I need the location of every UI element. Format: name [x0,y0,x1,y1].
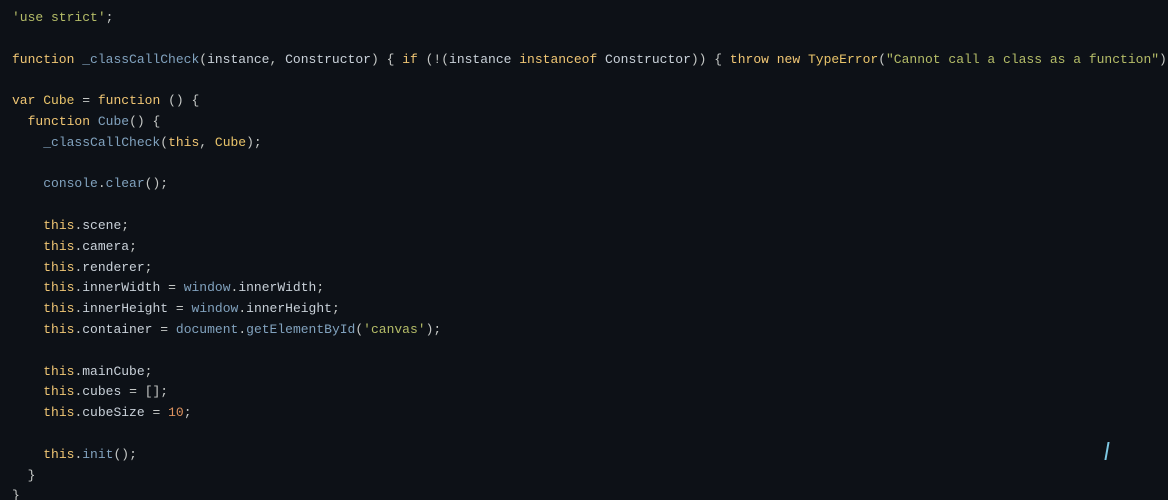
code-line-22: this.init(); [12,445,1156,466]
code-line-21 [12,424,1156,445]
code-line-11: this.scene; [12,216,1156,237]
code-line-23: } [12,466,1156,487]
code-line-19: this.cubes = []; [12,382,1156,403]
code-line-10 [12,195,1156,216]
code-line-18: this.mainCube; [12,362,1156,383]
code-line-17 [12,341,1156,362]
code-line-4 [12,70,1156,91]
code-line-15: this.innerHeight = window.innerHeight; [12,299,1156,320]
code-line-12: this.camera; [12,237,1156,258]
code-line-16: this.container = document.getElementById… [12,320,1156,341]
code-line-20: this.cubeSize = 10; [12,403,1156,424]
code-line-3: function _classCallCheck(instance, Const… [12,50,1156,71]
code-line-14: this.innerWidth = window.innerWidth; [12,278,1156,299]
code-line-5: var Cube = function () { [12,91,1156,112]
code-line-7: _classCallCheck(this, Cube); [12,133,1156,154]
code-line-2 [12,29,1156,50]
code-line-9: console.clear(); [12,174,1156,195]
code-line-1: 'use strict'; [12,8,1156,29]
code-line-24: } [12,486,1156,500]
code-line-13: this.renderer; [12,258,1156,279]
code-line-6: function Cube() { [12,112,1156,133]
code-line-8 [12,154,1156,175]
code-editor: 'use strict'; function _classCallCheck(i… [0,0,1168,500]
